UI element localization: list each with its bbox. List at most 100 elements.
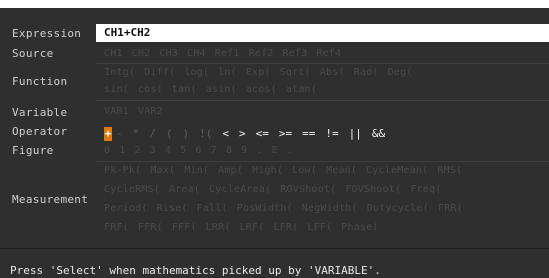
operator-row: + - * / () !( < > <= >= == != || && (104, 127, 395, 141)
function-item[interactable]: cos( (138, 84, 163, 95)
variable-item[interactable]: VAR2 (138, 106, 163, 117)
operator-item[interactable]: != (325, 127, 338, 140)
source-item[interactable]: Ref4 (316, 48, 341, 59)
source-item[interactable]: CH4 (187, 48, 206, 59)
function-item[interactable]: Sqrt( (280, 67, 311, 78)
measurement-item[interactable]: Phase( (341, 222, 378, 233)
measurement-item[interactable]: LRF( (240, 222, 265, 233)
expression-input[interactable]: CH1+CH2 (96, 24, 549, 42)
operator-item[interactable]: == (302, 127, 315, 140)
measurement-item[interactable]: FOVShoot( (345, 184, 401, 195)
operator-item[interactable]: - (116, 127, 123, 140)
source-item[interactable]: CH2 (132, 48, 151, 59)
function-item[interactable]: asin( (206, 84, 237, 95)
variable-label: Variable (12, 106, 68, 119)
measurement-item[interactable]: Max( (150, 165, 175, 176)
operator-item[interactable]: >= (279, 127, 292, 140)
measurement-item[interactable]: Pk-Pk( (104, 165, 141, 176)
operator-item[interactable]: * (133, 127, 140, 140)
function-row-1: Intg( Diff( log( ln( Exp( Sqrt( Abs( Rad( Deg( (104, 67, 421, 78)
measurement-item[interactable]: LFF( (307, 222, 332, 233)
variable-row: VAR1 VAR2 (104, 106, 172, 117)
measurement-item[interactable]: FRR( (438, 203, 463, 214)
function-item[interactable]: Intg( (104, 67, 135, 78)
measurement-item[interactable]: Freq( (410, 184, 441, 195)
figure-item[interactable]: 9 (241, 145, 247, 156)
figure-item[interactable]: 7 (211, 145, 217, 156)
figure-item[interactable]: 1 (119, 145, 125, 156)
math-edit-panel: Expression CH1+CH2 Source CH1 CH2 CH3 CH4 Re… (0, 8, 549, 278)
measurement-item[interactable]: Period( (104, 203, 148, 214)
measurement-item[interactable]: Low( (292, 165, 317, 176)
figure-item[interactable]: 6 (195, 145, 201, 156)
measurement-item[interactable]: CycleMean( (366, 165, 428, 176)
figure-item[interactable]: 4 (165, 145, 171, 156)
figure-item[interactable]: . (256, 145, 262, 156)
source-item[interactable]: Ref1 (215, 48, 240, 59)
source-item[interactable]: CH3 (159, 48, 178, 59)
source-item[interactable]: CH1 (104, 48, 123, 59)
operator-label: Operator (12, 125, 68, 138)
figure-item[interactable]: 2 (134, 145, 140, 156)
source-item[interactable]: Ref2 (249, 48, 274, 59)
measurement-item[interactable]: FRF( (104, 222, 129, 233)
measurement-item[interactable]: RMS( (437, 165, 462, 176)
function-item[interactable]: ln( (218, 67, 237, 78)
measurement-item[interactable]: Rise( (157, 203, 188, 214)
measurement-item[interactable]: Dutycycle( (367, 203, 429, 214)
function-item[interactable]: sin( (104, 84, 129, 95)
operator-item[interactable]: !( (199, 127, 212, 140)
function-item[interactable]: Deg( (388, 67, 413, 78)
measurement-item[interactable]: CycleArea( (209, 184, 271, 195)
measurement-item[interactable]: LFR( (273, 222, 298, 233)
measurement-item[interactable]: PosWidth( (237, 203, 293, 214)
separator (96, 100, 549, 101)
measurement-item[interactable]: LRR( (206, 222, 231, 233)
function-item[interactable]: Diff( (144, 67, 175, 78)
variable-item[interactable]: VAR1 (104, 106, 129, 117)
figure-item[interactable]: 8 (226, 145, 232, 156)
status-message: Press 'Select' when mathematics picked u… (10, 264, 381, 277)
measurement-item[interactable]: FFF( (172, 222, 197, 233)
function-item[interactable]: Exp( (246, 67, 271, 78)
operator-item[interactable]: ( (166, 127, 173, 140)
function-item[interactable]: log( (184, 67, 209, 78)
measurement-item[interactable]: NegWidth( (302, 203, 358, 214)
operator-item[interactable]: || (349, 127, 362, 140)
source-row: CH1 CH2 CH3 CH4 Ref1 Ref2 Ref3 Ref4 (104, 48, 350, 59)
operator-item[interactable]: < (222, 127, 229, 140)
function-item[interactable]: tan( (172, 84, 197, 95)
operator-item[interactable]: && (372, 127, 385, 140)
measurement-item[interactable]: ROVShoot( (280, 184, 336, 195)
function-row-2: sin( cos( tan( asin( acos( atan( (104, 84, 326, 95)
figure-item[interactable]: 3 (150, 145, 156, 156)
figure-row: 0123456789. E. (104, 145, 302, 156)
figure-label: Figure (12, 144, 54, 157)
figure-item[interactable]: . (287, 145, 293, 156)
operator-item[interactable]: / (149, 127, 156, 140)
measurement-item[interactable]: FFR( (138, 222, 163, 233)
measurement-item[interactable]: High( (252, 165, 283, 176)
measurement-item[interactable]: Mean( (326, 165, 357, 176)
function-item[interactable]: atan( (286, 84, 317, 95)
operator-item[interactable]: ) (183, 127, 190, 140)
figure-item[interactable]: 5 (180, 145, 186, 156)
function-item[interactable]: acos( (246, 84, 277, 95)
top-bar (0, 0, 549, 8)
measurement-row-4: FRF( FFR( FFF( LRR( LRF( LFR( LFF( Phase( (104, 222, 388, 233)
function-item[interactable]: Abs( (320, 67, 345, 78)
separator (96, 161, 549, 162)
operator-item[interactable]: > (239, 127, 246, 140)
measurement-item[interactable]: Fall( (197, 203, 228, 214)
measurement-item[interactable]: CycleRMS( (104, 184, 160, 195)
source-item[interactable]: Ref3 (282, 48, 307, 59)
measurement-item[interactable]: Amp( (218, 165, 243, 176)
measurement-item[interactable]: Min( (184, 165, 209, 176)
expression-label: Expression (12, 27, 82, 40)
figure-item[interactable]: 0 (104, 145, 110, 156)
figure-item[interactable]: E (272, 145, 278, 156)
measurement-item[interactable]: Area( (169, 184, 200, 195)
operator-selected[interactable]: + (104, 127, 112, 141)
operator-item[interactable]: <= (256, 127, 269, 140)
function-item[interactable]: Rad( (354, 67, 379, 78)
